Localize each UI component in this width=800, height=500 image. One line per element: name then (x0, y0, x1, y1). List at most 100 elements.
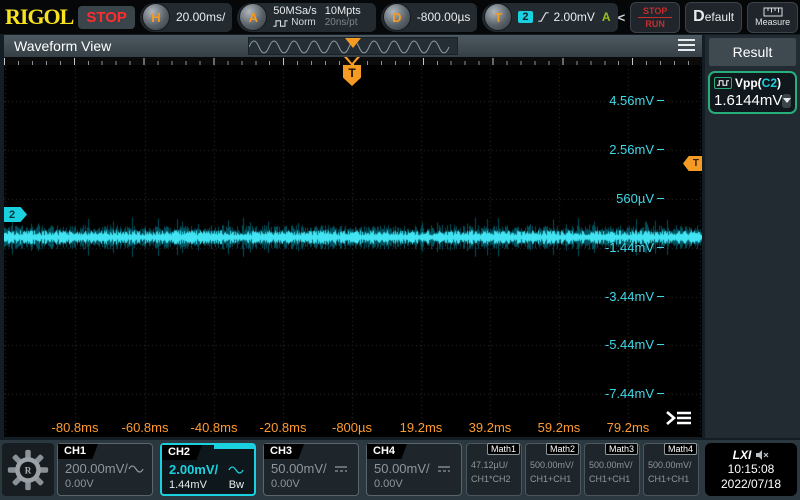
time-label: -20.8ms (243, 420, 323, 435)
expand-results-icon[interactable] (664, 409, 694, 427)
voltage-label: -7.44mV (584, 387, 664, 401)
sample-interval: 20ns/pt (325, 17, 361, 29)
channel2-offset: 1.44mV (169, 479, 207, 491)
time-label: 79.2ms (588, 420, 668, 435)
bottom-channel-bar: R CH1 200.00mV/ 0.00V CH2 2.00mV/ (0, 440, 800, 500)
system-status-box[interactable]: LXI 10:15:08 2022/07/18 (705, 443, 797, 496)
trigger-slope-icon (537, 10, 550, 24)
time-label: 59.2ms (519, 420, 599, 435)
measure-ruler-icon (763, 7, 783, 17)
dc-coupling-icon (334, 465, 348, 473)
math2-expression: CH1+CH1 (530, 474, 580, 484)
channel2-box[interactable]: CH2 2.00mV/ 1.44mV Bw (160, 443, 256, 496)
trigger-source-badge[interactable]: 2 (518, 11, 532, 23)
acquire-knob[interactable]: A (239, 3, 267, 31)
run-state-badge[interactable]: STOP (78, 6, 135, 29)
menu-icon[interactable] (678, 39, 695, 51)
ac-coupling-icon (128, 465, 144, 473)
lxi-label: LXI (733, 448, 752, 462)
top-toolbar: RIGOL STOP H 20.00ms/ A 50MSa/s Norm 10M… (0, 0, 800, 34)
math4-box[interactable]: Math4 500.00mV/ CH1+CH1 (643, 443, 699, 496)
math2-scale: 500.00mV/ (530, 460, 580, 470)
channel3-offset: 0.00V (271, 478, 300, 490)
channel4-offset: 0.00V (374, 478, 403, 490)
oscilloscope-screen: RIGOL STOP H 20.00ms/ A 50MSa/s Norm 10M… (0, 0, 800, 500)
clock: 10:15:08 (705, 462, 797, 477)
default-button[interactable]: Default (685, 2, 742, 33)
math3-box[interactable]: Math3 500.00mV/ CH1+CH1 (584, 443, 640, 496)
preview-trigger-marker-icon (345, 38, 361, 48)
delay-knob[interactable]: D (383, 3, 411, 31)
timebase-value: 20.00ms/ (176, 10, 225, 24)
math4-expression: CH1+CH1 (648, 474, 698, 484)
rigol-logo: RIGOL (5, 4, 73, 30)
gear-icon: R (6, 448, 50, 492)
svg-text:R: R (25, 465, 32, 475)
voltage-label: -3.44mV (584, 290, 664, 304)
time-label: -800µs (312, 420, 392, 435)
horizontal-knob[interactable]: H (142, 3, 170, 31)
trigger-knob[interactable]: T (484, 3, 512, 31)
sample-rate: 50MSa/s (273, 5, 316, 17)
toolbar-nav-left-icon[interactable]: < (618, 10, 626, 25)
stop-run-divider (638, 17, 672, 18)
math4-tab: Math4 (664, 443, 697, 455)
time-label: 39.2ms (450, 420, 530, 435)
voltage-label: -5.44mV (584, 338, 664, 352)
channel2-tab: CH2 (162, 445, 202, 460)
trigger-delay-value: -800.00µs (417, 10, 471, 24)
measurement-dropdown-icon[interactable] (782, 94, 791, 108)
voltage-label: 4.56mV (584, 94, 664, 108)
trigger-sweep-mode: A (602, 10, 611, 24)
math3-tab: Math3 (605, 443, 638, 455)
math4-scale: 500.00mV/ (648, 460, 698, 470)
channel4-box[interactable]: CH4 50.00mV/ 0.00V (366, 443, 462, 496)
result-panel-header: Result (709, 38, 796, 66)
time-label: 19.2ms (381, 420, 461, 435)
channel1-box[interactable]: CH1 200.00mV/ 0.00V (57, 443, 153, 496)
time-label: -40.8ms (174, 420, 254, 435)
channel1-tab: CH1 (58, 444, 98, 459)
horizontal-section[interactable]: H 20.00ms/ (140, 3, 232, 32)
date: 2022/07/18 (705, 477, 797, 492)
acquire-mode: Norm (291, 17, 315, 29)
time-label: -80.8ms (35, 420, 115, 435)
result-panel: Result Vpp(C2) 1.6144mV (705, 35, 800, 438)
measurement-value: 1.6144mV (714, 92, 782, 109)
view-title: Waveform View (14, 38, 111, 54)
acquisition-waveform-icon (273, 19, 288, 28)
trigger-section[interactable]: T 2 2.00mV A (482, 3, 617, 32)
mute-speaker-icon (755, 450, 769, 460)
run-label: RUN (645, 19, 665, 29)
measure-button[interactable]: Measure (747, 2, 798, 33)
channel4-scale: 50.00mV/ (374, 461, 430, 476)
channel2-scale: 2.00mV/ (169, 462, 218, 477)
channel3-box[interactable]: CH3 50.00mV/ 0.00V (263, 443, 359, 496)
waveform-display[interactable]: T 2 T 4.56mV 2.56mV 560µV -1.44mV -3.44m… (4, 57, 702, 437)
acquire-section[interactable]: A 50MSa/s Norm 10Mpts 20ns/pt (237, 3, 376, 32)
channel1-scale: 200.00mV/ (65, 461, 128, 476)
measurement-source: C2 (762, 76, 777, 90)
math3-expression: CH1+CH1 (589, 474, 639, 484)
channel2-active-strip (214, 445, 254, 449)
bandwidth-limit-badge: Bw (229, 479, 244, 491)
stop-run-button[interactable]: STOP RUN (630, 2, 680, 33)
math3-scale: 500.00mV/ (589, 460, 639, 470)
system-menu-button[interactable]: R (2, 443, 54, 496)
dc-coupling-icon (437, 465, 451, 473)
time-label: -60.8ms (105, 420, 185, 435)
math2-box[interactable]: Math2 500.00mV/ CH1+CH1 (525, 443, 581, 496)
measurement-name: Vpp(C2) (735, 76, 781, 90)
memory-depth: 10Mpts (325, 5, 361, 17)
ac-coupling-icon (228, 466, 244, 474)
vpp-measure-icon (714, 77, 732, 89)
delay-section[interactable]: D -800.00µs (381, 3, 478, 32)
measurement-result-item[interactable]: Vpp(C2) 1.6144mV (708, 71, 797, 114)
math1-tab: Math1 (487, 443, 520, 455)
channel3-tab: CH3 (264, 444, 304, 459)
voltage-label: 2.56mV (584, 143, 664, 157)
math1-box[interactable]: Math1 47.12µU/ CH1*CH2 (466, 443, 522, 496)
math1-expression: CH1*CH2 (471, 474, 521, 484)
timebase-preview-strip[interactable] (248, 37, 458, 55)
voltage-label: 560µV (584, 192, 664, 206)
